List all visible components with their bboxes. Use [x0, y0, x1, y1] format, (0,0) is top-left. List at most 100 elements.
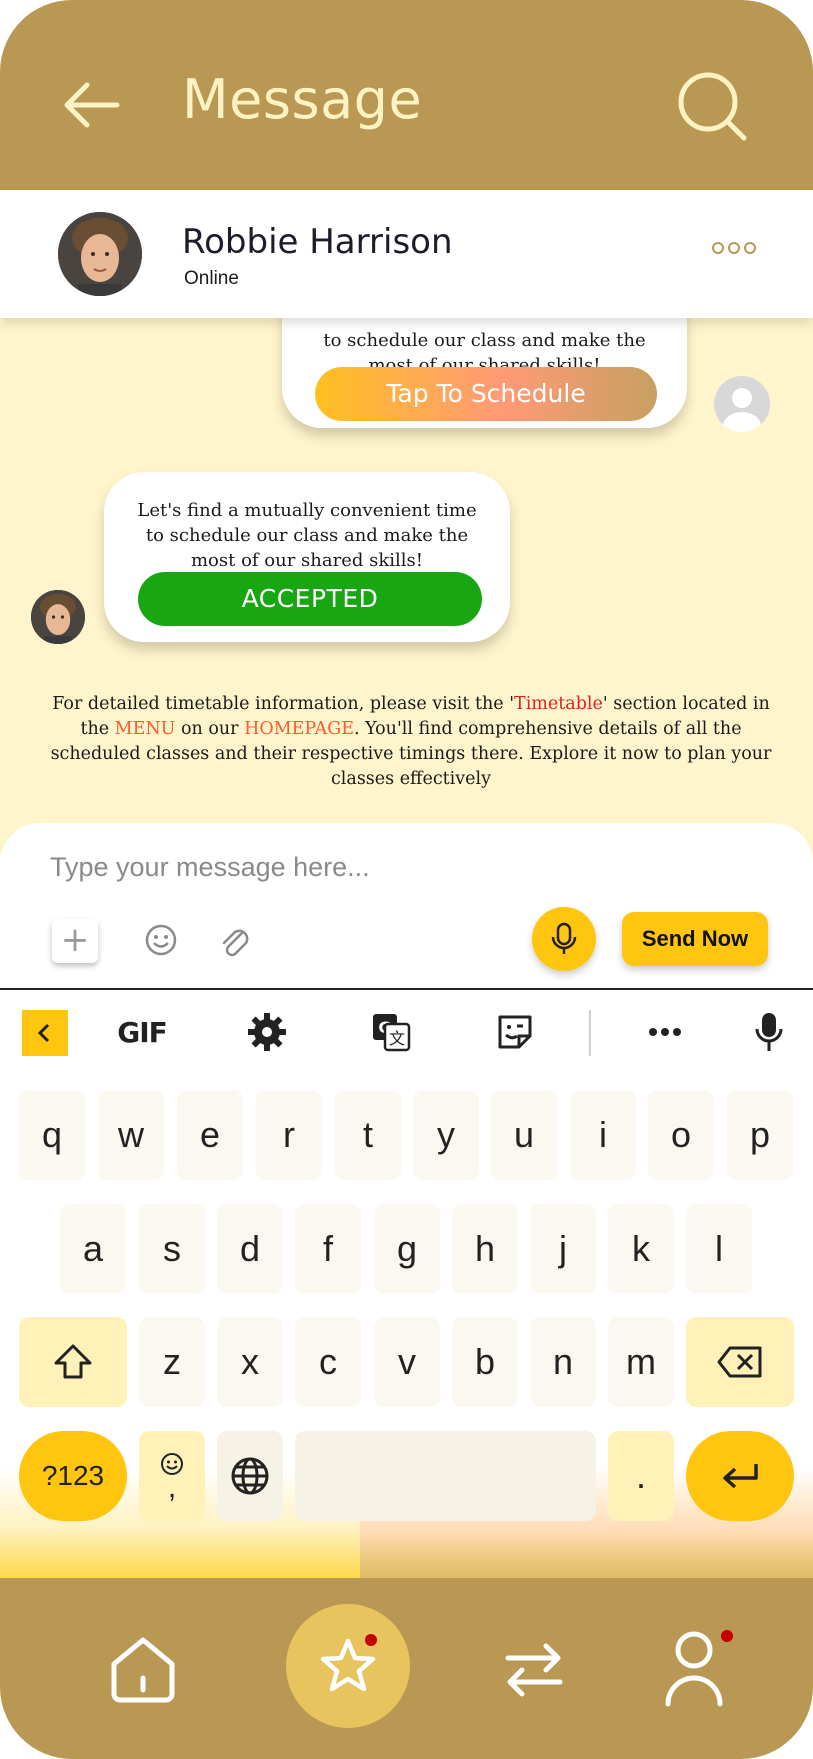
message-composer: + Send Now: [0, 823, 813, 988]
timetable-info-text: For detailed timetable information, plea…: [50, 694, 772, 789]
incoming-message-bubble: Let's find a mutually convenient time to…: [104, 472, 510, 642]
search-button[interactable]: [676, 70, 752, 146]
key-j[interactable]: j: [530, 1204, 596, 1294]
key-c[interactable]: c: [295, 1317, 361, 1407]
enter-key[interactable]: [686, 1431, 794, 1521]
translate-icon: G 文: [373, 1014, 411, 1052]
voice-input-button[interactable]: [746, 1006, 792, 1058]
key-e[interactable]: e: [177, 1090, 243, 1180]
gif-button[interactable]: GIF: [112, 1006, 172, 1058]
key-s[interactable]: s: [139, 1204, 205, 1294]
sticker-icon: [498, 1015, 532, 1049]
notification-dot: [721, 1630, 733, 1642]
shift-arrow-icon: [54, 1344, 92, 1379]
key-m[interactable]: m: [608, 1317, 674, 1407]
key-k[interactable]: k: [608, 1204, 674, 1294]
key-d[interactable]: d: [217, 1204, 283, 1294]
arrow-left-icon: [64, 82, 120, 128]
more-horizontal-icon: [649, 1028, 681, 1036]
notification-dot: [365, 1634, 377, 1646]
key-n[interactable]: n: [530, 1317, 596, 1407]
gear-icon: [248, 1013, 286, 1051]
key-o[interactable]: o: [648, 1090, 714, 1180]
user-placeholder-icon: [723, 388, 761, 432]
app-header: Message: [0, 0, 813, 190]
sticker-button[interactable]: [490, 1006, 540, 1058]
menu-link[interactable]: MENU: [115, 719, 176, 739]
avatar-photo-icon: [31, 590, 85, 644]
translate-button[interactable]: G 文: [366, 1006, 416, 1058]
online-status: Online: [184, 268, 239, 289]
backspace-icon: [717, 1346, 762, 1378]
backspace-key[interactable]: [686, 1317, 794, 1407]
emoji-button[interactable]: [144, 923, 178, 957]
my-avatar: [714, 376, 770, 432]
key-y[interactable]: y: [413, 1090, 479, 1180]
svg-text:文: 文: [389, 1029, 405, 1048]
key-t[interactable]: t: [335, 1090, 401, 1180]
accepted-status-badge: ACCEPTED: [138, 572, 482, 626]
emoji-comma-key[interactable]: ,: [139, 1431, 205, 1521]
toolbar-divider: [589, 1010, 591, 1056]
chevron-left-icon: [37, 1023, 50, 1043]
more-tools-button[interactable]: [640, 1006, 690, 1058]
contact-bar[interactable]: Robbie Harrison Online: [0, 190, 813, 318]
message-text: Let's find a mutually convenient time to…: [137, 500, 477, 571]
language-key[interactable]: [217, 1431, 283, 1521]
voice-record-button[interactable]: [532, 907, 596, 971]
keyboard-settings-button[interactable]: [242, 1006, 292, 1058]
key-g[interactable]: g: [374, 1204, 440, 1294]
more-dots-icon: [712, 242, 724, 254]
more-options-button[interactable]: [712, 236, 760, 260]
key-l[interactable]: l: [686, 1204, 752, 1294]
bottom-navigation: [0, 1578, 813, 1759]
timetable-link[interactable]: Timetable: [514, 694, 603, 714]
key-w[interactable]: w: [98, 1090, 164, 1180]
home-icon: [111, 1637, 175, 1703]
contact-avatar[interactable]: [31, 590, 85, 644]
page-title: Message: [182, 68, 423, 131]
avatar[interactable]: [58, 212, 142, 296]
key-u[interactable]: u: [491, 1090, 557, 1180]
key-v[interactable]: v: [374, 1317, 440, 1407]
contact-name: Robbie Harrison: [182, 222, 453, 262]
add-attachment-button[interactable]: +: [52, 919, 98, 963]
smiley-icon: [145, 924, 177, 956]
space-key[interactable]: [295, 1431, 596, 1521]
soft-keyboard: GIF G 文: [0, 988, 813, 1578]
enter-arrow-icon: [723, 1464, 758, 1489]
key-x[interactable]: x: [217, 1317, 283, 1407]
key-i[interactable]: i: [570, 1090, 636, 1180]
back-button[interactable]: [58, 72, 124, 138]
paperclip-button[interactable]: [216, 921, 252, 959]
key-f[interactable]: f: [295, 1204, 361, 1294]
microphone-icon: [551, 922, 577, 954]
swap-arrows-icon: [505, 1643, 563, 1697]
key-b[interactable]: b: [452, 1317, 518, 1407]
microphone-icon: [755, 1013, 783, 1051]
symbols-key[interactable]: ?123: [19, 1431, 127, 1521]
shift-key[interactable]: [19, 1317, 127, 1407]
avatar-photo-icon: [58, 212, 142, 296]
nav-home[interactable]: [108, 1634, 178, 1704]
message-input[interactable]: [50, 847, 750, 887]
homepage-link[interactable]: HOMEPAGE: [244, 719, 354, 739]
key-q[interactable]: q: [19, 1090, 85, 1180]
chat-area[interactable]: to schedule our class and make the most …: [0, 278, 813, 1110]
key-h[interactable]: h: [452, 1204, 518, 1294]
nav-exchange[interactable]: [502, 1638, 566, 1702]
key-a[interactable]: a: [60, 1204, 126, 1294]
chat-screen: Message Robbie Harrison Online to schedu…: [0, 0, 813, 1759]
period-key[interactable]: .: [608, 1431, 674, 1521]
nav-favorites[interactable]: [286, 1604, 410, 1728]
key-r[interactable]: r: [256, 1090, 322, 1180]
key-z[interactable]: z: [139, 1317, 205, 1407]
nav-profile[interactable]: [664, 1628, 736, 1708]
tap-to-schedule-button[interactable]: Tap To Schedule: [315, 367, 657, 421]
send-now-button[interactable]: Send Now: [622, 912, 768, 966]
keyboard-collapse-button[interactable]: [22, 1010, 68, 1056]
paperclip-icon: [222, 929, 249, 957]
search-icon: [678, 72, 747, 141]
globe-icon: [231, 1457, 269, 1495]
key-p[interactable]: p: [727, 1090, 793, 1180]
